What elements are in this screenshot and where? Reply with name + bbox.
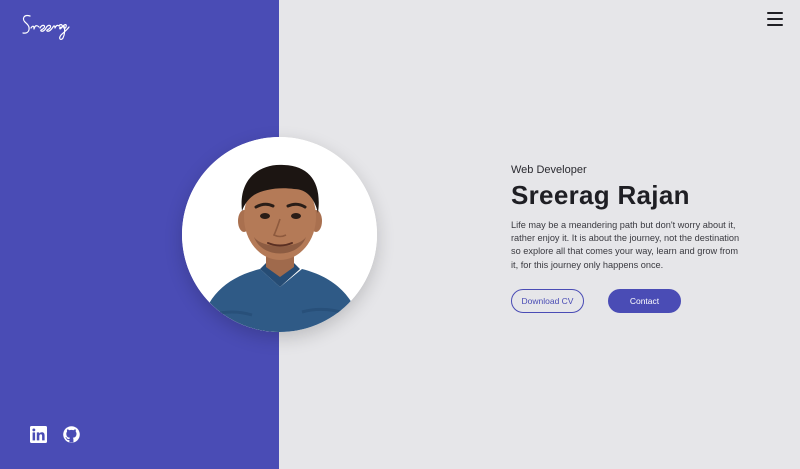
profile-photo [182, 137, 377, 332]
bio-paragraph: Life may be a meandering path but don't … [511, 220, 740, 270]
linkedin-link[interactable] [30, 426, 47, 443]
page-title: Sreerag Rajan [511, 180, 690, 210]
github-link[interactable] [63, 426, 80, 443]
intro-section: Web Developer Sreerag Rajan Life may be … [511, 163, 751, 313]
job-title: Web Developer [511, 164, 587, 176]
github-icon [63, 426, 80, 443]
hamburger-menu-button[interactable] [767, 12, 783, 26]
social-links [30, 426, 80, 443]
download-cv-button[interactable]: Download CV [511, 288, 584, 313]
linkedin-icon [30, 426, 47, 443]
portrait-illustration [182, 137, 377, 332]
signature-logo-icon [22, 14, 70, 41]
action-buttons: Download CV Contact [511, 288, 751, 313]
logo[interactable] [18, 10, 74, 44]
contact-button[interactable]: Contact [608, 288, 681, 313]
